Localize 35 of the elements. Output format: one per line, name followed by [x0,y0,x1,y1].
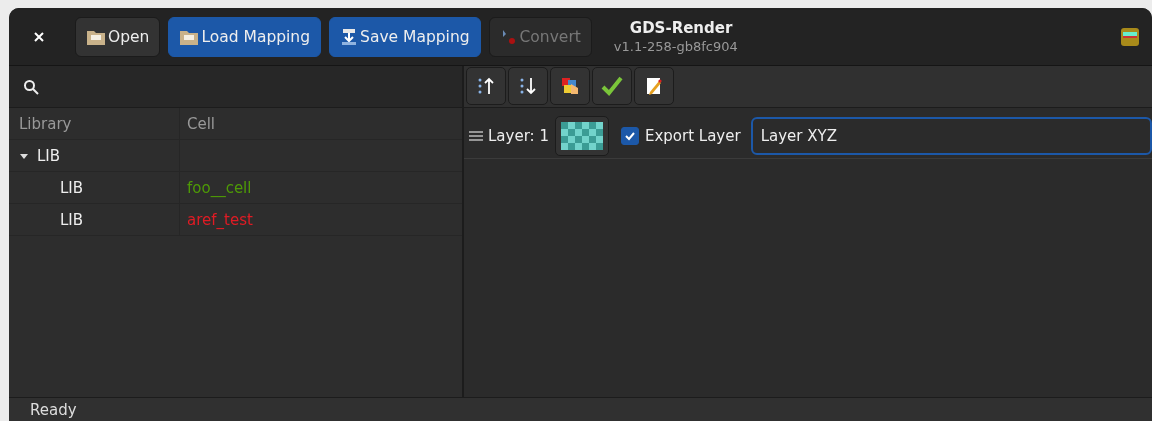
cell-name: aref_test [187,210,253,229]
app-icon [1120,26,1140,47]
header-button[interactable]: Save Mapping [329,16,481,57]
checkmark-icon [623,130,636,142]
header-button[interactable]: Load Mapping [168,16,322,57]
edit-button[interactable] [634,67,674,105]
column-header[interactable]: Library [9,108,180,139]
window-title: GDS-Render [629,19,733,37]
drag-handle-icon[interactable] [468,130,484,142]
color-pick-button[interactable] [550,67,590,105]
checkmark-icon [601,76,623,96]
arrow-down-icon [518,76,538,96]
color-button[interactable] [554,116,609,156]
check-button[interactable] [592,67,632,105]
library-name: LIB [37,146,61,165]
column-header[interactable]: Cell [180,108,216,139]
close-icon [33,30,45,43]
layer-name-field[interactable]: Layer XYZ [750,117,1152,155]
move-up-button[interactable] [466,67,506,105]
library-name: LIB [60,178,84,197]
search-field[interactable] [9,66,462,108]
library-name: LIB [60,210,84,229]
checkbox-label[interactable]: Export Layer [644,127,741,145]
status-text: Ready [9,397,1152,421]
download-icon [340,27,359,46]
edit-document-icon [645,76,663,96]
arrow-up-icon [476,76,496,96]
export-checkbox[interactable] [620,127,639,145]
search-icon [23,78,39,95]
header-button[interactable]: Open [75,16,161,57]
cell-name: foo__cell [187,178,252,197]
layer-label: Layer: 1 [488,127,549,145]
color-hand-icon [560,76,580,96]
version-label: v1.1-258-gb8fc904 [613,39,738,54]
move-down-button[interactable] [508,67,548,105]
